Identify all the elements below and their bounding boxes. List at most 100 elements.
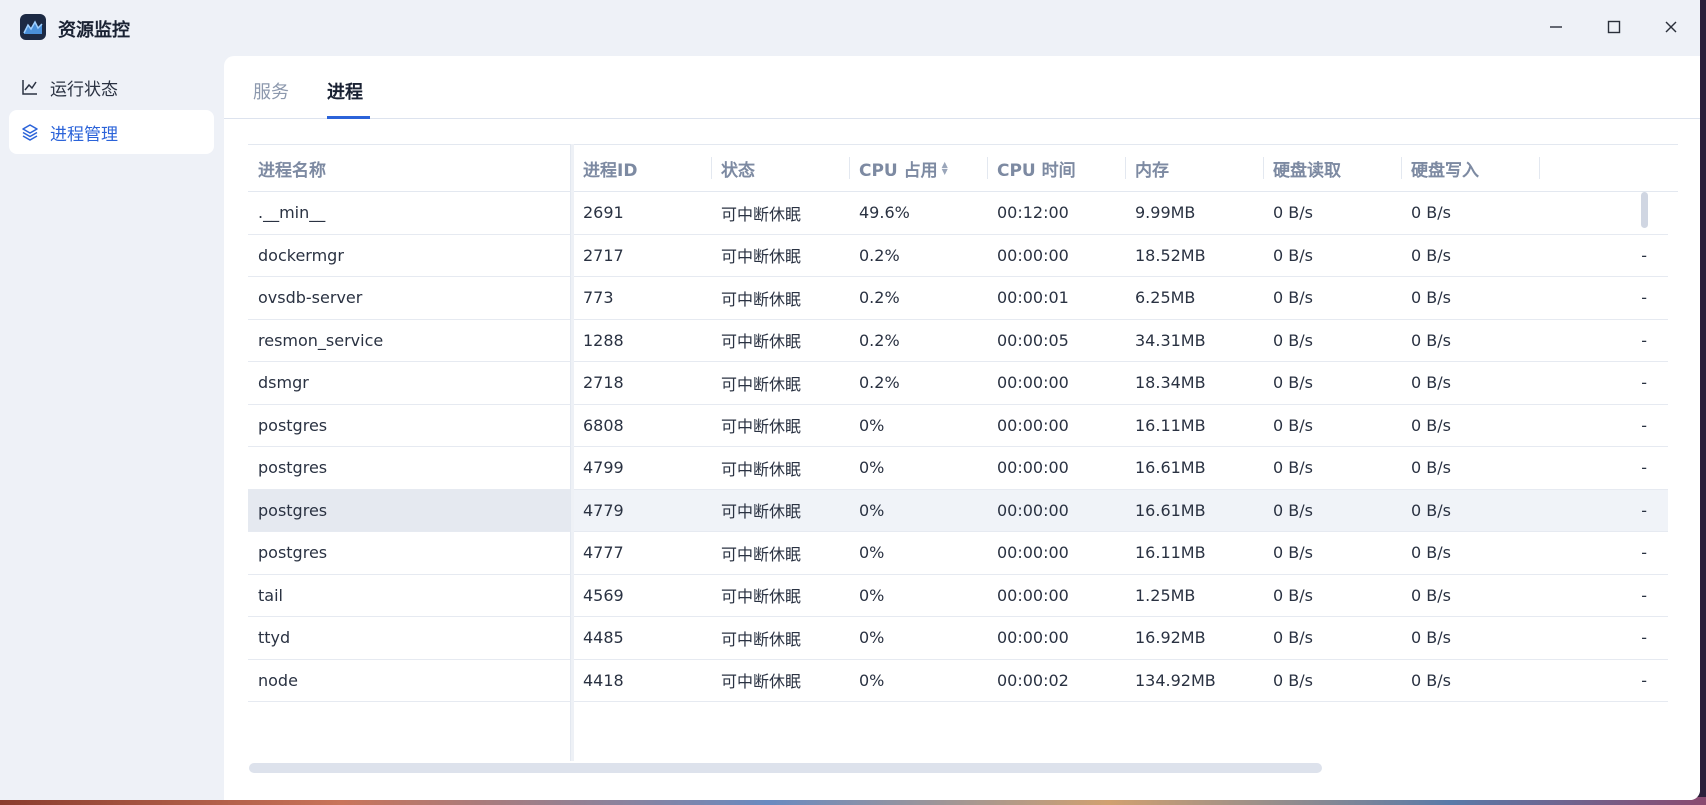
cell-pid: 4485 [583, 628, 624, 648]
cell-process-name: postgres [248, 404, 570, 446]
cell-status: 可中断休眠 [721, 672, 802, 692]
cell-status: 可中断休眠 [721, 374, 802, 394]
table-row[interactable]: ovsdb-server 773 可中断休眠 0.2% 00:00:01 6.25MB 0 … [248, 277, 1668, 320]
cell-status: 可中断休眠 [721, 629, 802, 649]
sidebar-item-status[interactable]: 运行状态 [9, 65, 214, 109]
column-header-disk-write[interactable]: 硬盘写入 [1401, 145, 1539, 191]
cell-memory: 16.92MB [1135, 628, 1206, 648]
table-row[interactable]: tail 4569 可中断休眠 0% 00:00:00 1.25MB 0 B/s 0 B/s - [248, 574, 1668, 617]
column-header-status[interactable]: 状态 [711, 145, 849, 191]
cell-memory: 6.25MB [1135, 288, 1196, 308]
table-row[interactable]: postgres 4779 可中断休眠 0% 00:00:00 16.61MB 0 B/s 0… [248, 489, 1668, 532]
tab-processes[interactable]: 进程 [327, 78, 363, 104]
cell-status: 可中断休眠 [721, 544, 802, 564]
cell-process-name: postgres [248, 447, 570, 489]
tab-services[interactable]: 服务 [253, 78, 289, 104]
active-tab-indicator [327, 116, 370, 119]
main-panel: 服务 进程 进程名称 进程ID 状态 CPU 占用 ▲▼ CPU 时间 内存 [224, 56, 1700, 800]
cell-memory: 16.61MB [1135, 500, 1206, 520]
sidebar: 运行状态 进程管理 [0, 56, 224, 800]
column-header-name[interactable]: 进程名称 [248, 145, 570, 191]
cell-disk-read: 0 B/s [1273, 458, 1313, 478]
cell-cpu-usage: 0% [859, 458, 885, 478]
table-row[interactable]: dockermgr 2717 可中断休眠 0.2% 00:00:00 18.52MB 0 B… [248, 234, 1668, 277]
cell-disk-write: 0 B/s [1411, 245, 1451, 265]
cell-status: 可中断休眠 [721, 502, 802, 522]
minimize-icon [1550, 26, 1562, 28]
sidebar-item-label: 进程管理 [50, 124, 118, 145]
cell-cpu-usage: 0.2% [859, 288, 900, 308]
cell-more: - [1641, 288, 1647, 308]
cell-disk-write: 0 B/s [1411, 458, 1451, 478]
maximize-button[interactable] [1594, 12, 1634, 42]
cell-process-name: ovsdb-server [248, 277, 570, 319]
cell-disk-read: 0 B/s [1273, 415, 1313, 435]
cell-pid: 773 [583, 288, 614, 308]
minimize-button[interactable] [1536, 12, 1576, 42]
cell-process-name: tail [248, 574, 570, 616]
close-icon [1665, 21, 1677, 33]
column-header-memory[interactable]: 内存 [1125, 145, 1263, 191]
frozen-column-divider [570, 144, 574, 761]
cell-cpu-usage: 0% [859, 415, 885, 435]
cell-process-name: postgres [248, 489, 570, 531]
cell-disk-write: 0 B/s [1411, 330, 1451, 350]
table-row[interactable]: postgres 4799 可中断休眠 0% 00:00:00 16.61MB 0 B/s 0… [248, 447, 1668, 490]
cell-cpu-usage: 0.2% [859, 245, 900, 265]
cell-pid: 2691 [583, 203, 624, 223]
cell-cpu-time: 00:00:02 [997, 670, 1069, 690]
cell-cpu-usage: 0% [859, 500, 885, 520]
cell-cpu-time: 00:00:00 [997, 500, 1069, 520]
tab-bar: 服务 进程 [224, 56, 1700, 119]
cell-cpu-usage: 49.6% [859, 203, 910, 223]
cell-pid: 2717 [583, 245, 624, 265]
close-button[interactable] [1651, 12, 1691, 42]
sidebar-item-process-management[interactable]: 进程管理 [9, 110, 214, 154]
horizontal-scrollbar-thumb[interactable] [249, 763, 1322, 773]
cell-memory: 134.92MB [1135, 670, 1216, 690]
cell-pid: 2718 [583, 373, 624, 393]
cell-cpu-time: 00:00:00 [997, 628, 1069, 648]
cell-disk-write: 0 B/s [1411, 288, 1451, 308]
table-row[interactable]: ttyd 4485 可中断休眠 0% 00:00:00 16.92MB 0 B/s 0 B/s… [248, 617, 1668, 660]
cell-status: 可中断休眠 [721, 332, 802, 352]
cell-memory: 16.61MB [1135, 458, 1206, 478]
process-table: 进程名称 进程ID 状态 CPU 占用 ▲ ▼ CPU 时间 内存 硬盘读取 硬盘… [248, 144, 1682, 761]
cell-cpu-time: 00:00:00 [997, 245, 1069, 265]
cell-cpu-time: 00:00:00 [997, 415, 1069, 435]
cell-cpu-time: 00:00:00 [997, 585, 1069, 605]
table-row[interactable]: node 4418 可中断休眠 0% 00:00:02 134.92MB 0 B/s 0 B/… [248, 659, 1668, 702]
column-header-pid[interactable]: 进程ID [573, 145, 711, 191]
column-header-cpu-usage[interactable]: CPU 占用 ▲ ▼ [849, 145, 987, 191]
sort-icon[interactable]: ▲ ▼ [942, 161, 948, 176]
cell-status: 可中断休眠 [721, 417, 802, 437]
table-row[interactable]: .__min__ 2691 可中断休眠 49.6% 00:12:00 9.99MB 0 B/… [248, 192, 1668, 235]
cell-disk-write: 0 B/s [1411, 203, 1451, 223]
table-row[interactable]: dsmgr 2718 可中断休眠 0.2% 00:00:00 18.34MB 0 B/s 0 … [248, 362, 1668, 405]
line-chart-icon [20, 77, 40, 97]
app-title: 资源监控 [58, 20, 130, 41]
cell-memory: 16.11MB [1135, 415, 1206, 435]
cell-pid: 4418 [583, 670, 624, 690]
cell-disk-read: 0 B/s [1273, 288, 1313, 308]
cell-cpu-time: 00:12:00 [997, 203, 1069, 223]
cell-more: - [1641, 670, 1647, 690]
title-bar[interactable]: 资源监控 [0, 0, 1700, 56]
cell-more: - [1641, 458, 1647, 478]
cell-disk-write: 0 B/s [1411, 415, 1451, 435]
cell-process-name: node [248, 659, 570, 701]
cell-memory: 9.99MB [1135, 203, 1196, 223]
cell-disk-write: 0 B/s [1411, 543, 1451, 563]
cell-disk-read: 0 B/s [1273, 543, 1313, 563]
table-row[interactable]: postgres 6808 可中断休眠 0% 00:00:00 16.11MB 0 B/s 0… [248, 404, 1668, 447]
column-header-cpu-time[interactable]: CPU 时间 [987, 145, 1125, 191]
cell-disk-write: 0 B/s [1411, 500, 1451, 520]
cell-pid: 4569 [583, 585, 624, 605]
table-row[interactable]: resmon_service 1288 可中断休眠 0.2% 00:00:05 34.31… [248, 319, 1668, 362]
cell-cpu-time: 00:00:05 [997, 330, 1069, 350]
vertical-scrollbar-thumb[interactable] [1641, 192, 1648, 228]
column-header-disk-read[interactable]: 硬盘读取 [1263, 145, 1401, 191]
cell-process-name: .__min__ [248, 192, 570, 234]
table-row[interactable]: postgres 4777 可中断休眠 0% 00:00:00 16.11MB 0 B/s 0… [248, 532, 1668, 575]
cell-disk-read: 0 B/s [1273, 585, 1313, 605]
